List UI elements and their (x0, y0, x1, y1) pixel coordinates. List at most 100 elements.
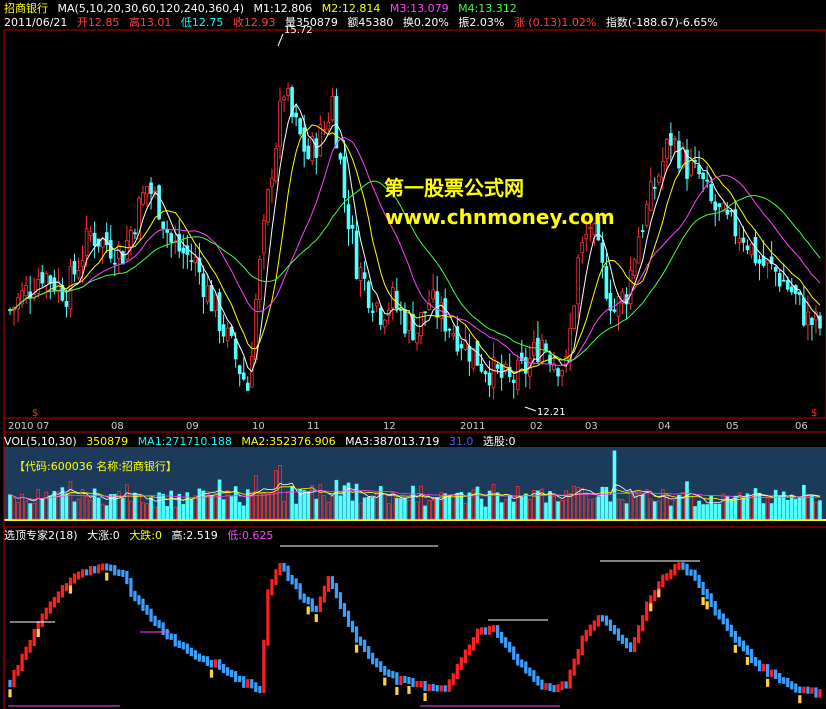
volume-bar (677, 494, 681, 520)
indicator-bar (141, 598, 145, 611)
indicator-flag (68, 585, 73, 594)
volume-bar (713, 503, 718, 520)
indicator-bar (705, 589, 709, 600)
candle-body (92, 232, 97, 246)
indicator-bar (121, 569, 125, 577)
indicator-bar (185, 643, 189, 654)
indicator-bar (169, 633, 173, 640)
indicator-bar (721, 613, 725, 625)
indicator-bar (709, 593, 713, 608)
candle-body (266, 189, 270, 223)
volume-bar (423, 505, 427, 520)
indicator-bar (217, 659, 222, 670)
volume-bar (435, 497, 439, 520)
x-tick-label: 09 (186, 421, 199, 432)
candle-body (399, 308, 403, 311)
volume-bar (185, 492, 190, 520)
volume-bar (366, 496, 371, 520)
candle-body (346, 204, 351, 230)
indicator-bar (318, 596, 322, 613)
candle-body (540, 339, 544, 364)
indicator-flag (649, 603, 653, 612)
volume-bar (8, 494, 12, 520)
indicator-flag (209, 669, 214, 678)
indicator-bar (221, 663, 226, 674)
indicator-bar (213, 659, 218, 668)
x-tick-label: 05 (726, 421, 739, 432)
candle-body (661, 160, 665, 178)
volume-bar (467, 492, 472, 520)
indicator-bar (504, 637, 508, 648)
peak-pointer (277, 33, 284, 47)
volume-bar (229, 496, 234, 520)
volume-bar (495, 492, 500, 520)
indicator-bar (258, 685, 262, 693)
candle-body (818, 315, 822, 329)
indicator-bar (741, 640, 746, 652)
indicator-series (8, 562, 822, 704)
indicator-bar (512, 646, 516, 660)
indicator-bar (56, 591, 60, 603)
indicator-header-row: 选顶专家2(18) 大涨:0 大跌:0 高:2.519 低:0.625 (4, 529, 279, 542)
volume-bar (475, 486, 480, 520)
candle-body (491, 357, 496, 389)
volume-bar (789, 496, 794, 520)
indicator-bar (568, 669, 572, 689)
indicator-bar (560, 681, 564, 691)
x-tick-label: 02 (530, 421, 543, 432)
indicator-bar (105, 563, 109, 571)
indicator-bar (294, 578, 298, 590)
indicator-bar (201, 655, 206, 663)
indicator-bar (16, 664, 20, 676)
indicator-flag (705, 601, 709, 610)
volume-bar (761, 503, 766, 520)
candle-body (600, 242, 605, 263)
volume-bar (121, 498, 125, 520)
x-tick-label: 03 (585, 421, 598, 432)
indicator-bar (8, 679, 12, 688)
volume-bar (334, 479, 339, 520)
volume-bar (149, 497, 153, 520)
indicator-flag (765, 678, 770, 687)
indicator-bar (181, 641, 185, 650)
indicator-bar (367, 646, 371, 659)
candle-body (149, 182, 153, 195)
watermark-url: www.chnmoney.com (385, 205, 615, 229)
candle-body (112, 262, 117, 265)
indicator-bar (310, 598, 314, 612)
indicator-flag (407, 685, 411, 694)
candle-body (632, 259, 637, 276)
indicator-bar (524, 661, 528, 674)
candle-body (495, 364, 500, 369)
indicator-bar (451, 673, 455, 686)
indicator-bar (262, 639, 266, 693)
volume-bar (705, 504, 709, 520)
indicator-bar (673, 563, 677, 576)
candle-body (233, 338, 238, 360)
volume-bar (181, 504, 186, 520)
candle-body (447, 328, 452, 331)
indicator-bar (516, 653, 520, 666)
big-up-value: 大涨:0 (87, 529, 120, 542)
indicator-bar (431, 684, 435, 692)
volume-bar (237, 502, 242, 520)
vol-ma1: MA1:271710.188 (137, 435, 232, 448)
vol-ma2: MA2:352376.906 (241, 435, 336, 448)
indicator-bar (749, 648, 754, 664)
indicator-flag (306, 606, 310, 615)
candle-body (705, 179, 709, 182)
indicator-bar (298, 583, 302, 600)
volume-bar (685, 481, 689, 520)
indicator-bar (415, 681, 419, 688)
indicator-bar (334, 583, 339, 599)
indicator-bar (80, 569, 85, 578)
candle-body (459, 344, 464, 349)
candle-body (298, 118, 302, 135)
indicator-bar (326, 576, 330, 592)
volume-bar (52, 490, 57, 520)
candle-body (370, 310, 375, 313)
candle-body (366, 281, 371, 308)
indicator-bar (697, 574, 701, 589)
stock-chart-canvas[interactable] (0, 0, 826, 709)
candle-body (471, 348, 476, 369)
